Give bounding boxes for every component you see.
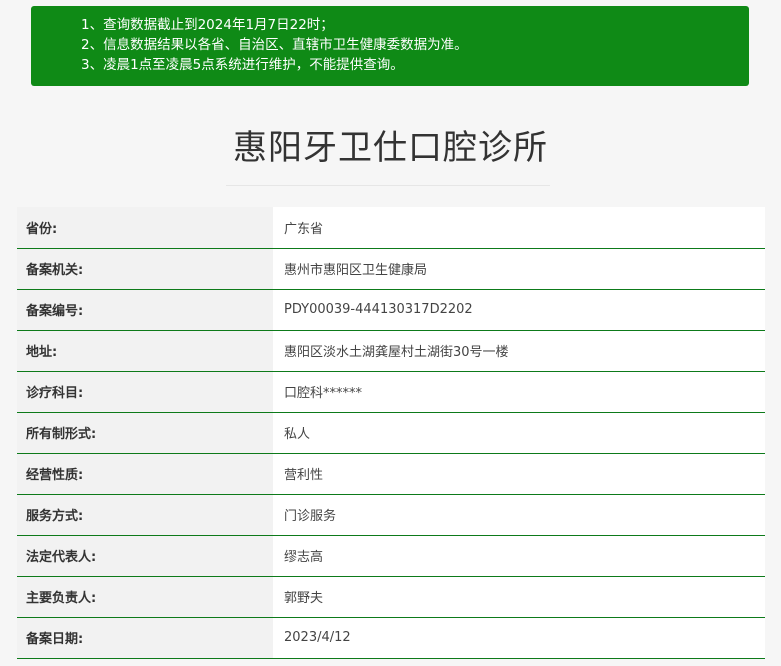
row-value: 营利性 xyxy=(273,453,765,494)
row-label: 备案日期: xyxy=(17,617,273,658)
notice-line: 2、信息数据结果以各省、自治区、直辖市卫生健康委数据为准。 xyxy=(81,37,468,53)
row-value: 2023/4/12 xyxy=(273,617,765,658)
row-label: 备案编号: xyxy=(17,289,273,330)
row-value: 惠阳区淡水土湖龚屋村土湖街30号一楼 xyxy=(273,330,765,371)
row-label: 经营性质: xyxy=(17,453,273,494)
row-value: PDY00039-444130317D2202 xyxy=(273,289,765,330)
row-label: 主要负责人: xyxy=(17,576,273,617)
clinic-info-table: 省份: 广东省 备案机关: 惠州市惠阳区卫生健康局 备案编号: PDY00039… xyxy=(17,207,765,659)
table-row: 服务方式: 门诊服务 xyxy=(17,494,765,535)
row-label: 地址: xyxy=(17,330,273,371)
table-row: 备案编号: PDY00039-444130317D2202 xyxy=(17,289,765,330)
row-label: 法定代表人: xyxy=(17,535,273,576)
table-row: 地址: 惠阳区淡水土湖龚屋村土湖街30号一楼 xyxy=(17,330,765,371)
page-title: 惠阳牙卫仕口腔诊所 xyxy=(233,128,548,168)
title-divider xyxy=(226,185,550,186)
notice-banner: 1、查询数据截止到2024年1月7日22时； 2、信息数据结果以各省、自治区、直… xyxy=(31,6,749,86)
row-label: 省份: xyxy=(17,207,273,248)
table-row: 备案日期: 2023/4/12 xyxy=(17,617,765,658)
notice-line: 1、查询数据截止到2024年1月7日22时； xyxy=(81,17,334,33)
table-row: 省份: 广东省 xyxy=(17,207,765,248)
row-label: 备案机关: xyxy=(17,248,273,289)
table-row: 备案机关: 惠州市惠阳区卫生健康局 xyxy=(17,248,765,289)
row-value: 门诊服务 xyxy=(273,494,765,535)
notice-line: 3、凌晨1点至凌晨5点系统进行维护，不能提供查询。 xyxy=(81,57,404,73)
page: 1、查询数据截止到2024年1月7日22时； 2、信息数据结果以各省、自治区、直… xyxy=(0,0,781,666)
table-row: 主要负责人: 郭野夫 xyxy=(17,576,765,617)
row-value: 缪志高 xyxy=(273,535,765,576)
row-value: 口腔科****** xyxy=(273,371,765,412)
table-row: 法定代表人: 缪志高 xyxy=(17,535,765,576)
table-row: 经营性质: 营利性 xyxy=(17,453,765,494)
row-value: 惠州市惠阳区卫生健康局 xyxy=(273,248,765,289)
row-label: 服务方式: xyxy=(17,494,273,535)
row-label: 所有制形式: xyxy=(17,412,273,453)
table-row: 所有制形式: 私人 xyxy=(17,412,765,453)
row-value: 郭野夫 xyxy=(273,576,765,617)
row-value: 广东省 xyxy=(273,207,765,248)
table-row: 诊疗科目: 口腔科****** xyxy=(17,371,765,412)
row-label: 诊疗科目: xyxy=(17,371,273,412)
row-value: 私人 xyxy=(273,412,765,453)
